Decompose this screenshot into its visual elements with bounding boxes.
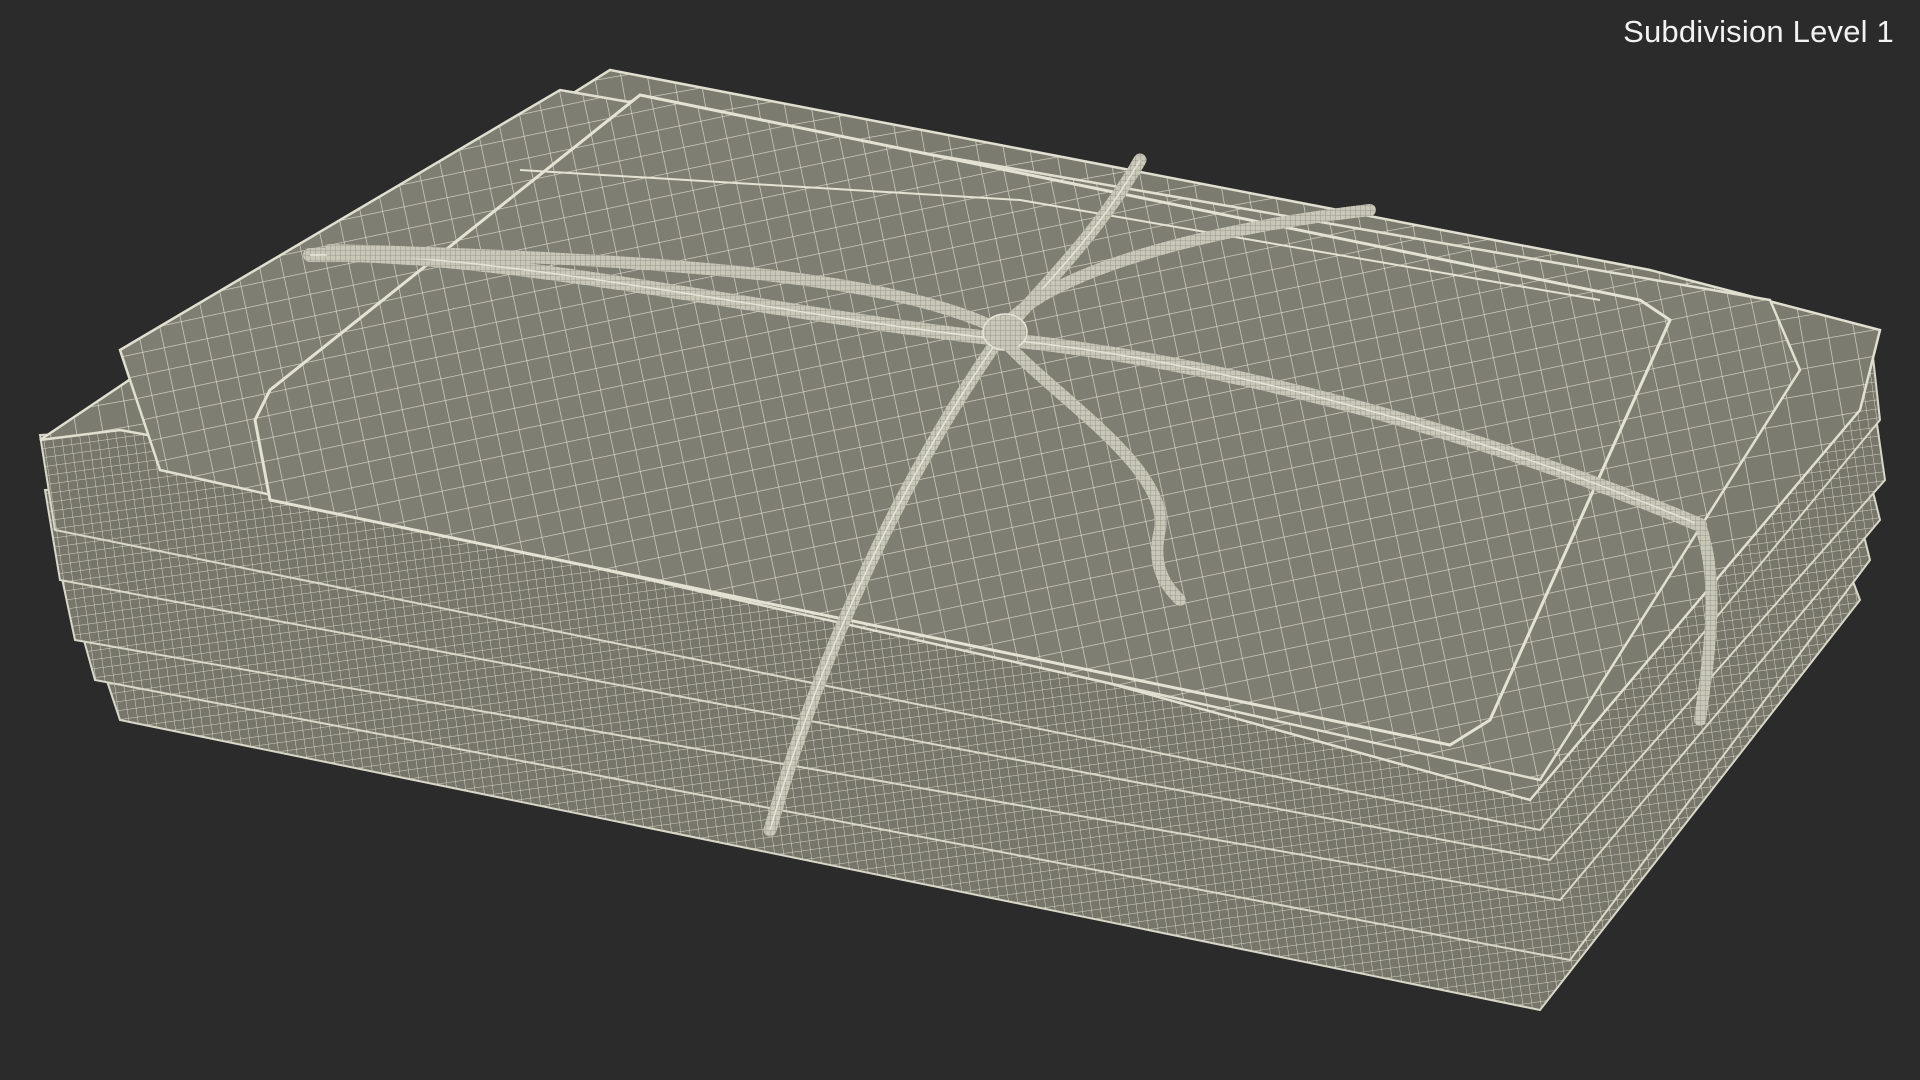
subdivision-level-label: Subdivision Level 1 xyxy=(1623,14,1894,49)
model-render xyxy=(38,68,1887,1012)
3d-viewport[interactable]: Subdivision Level 1 xyxy=(0,0,1920,1080)
